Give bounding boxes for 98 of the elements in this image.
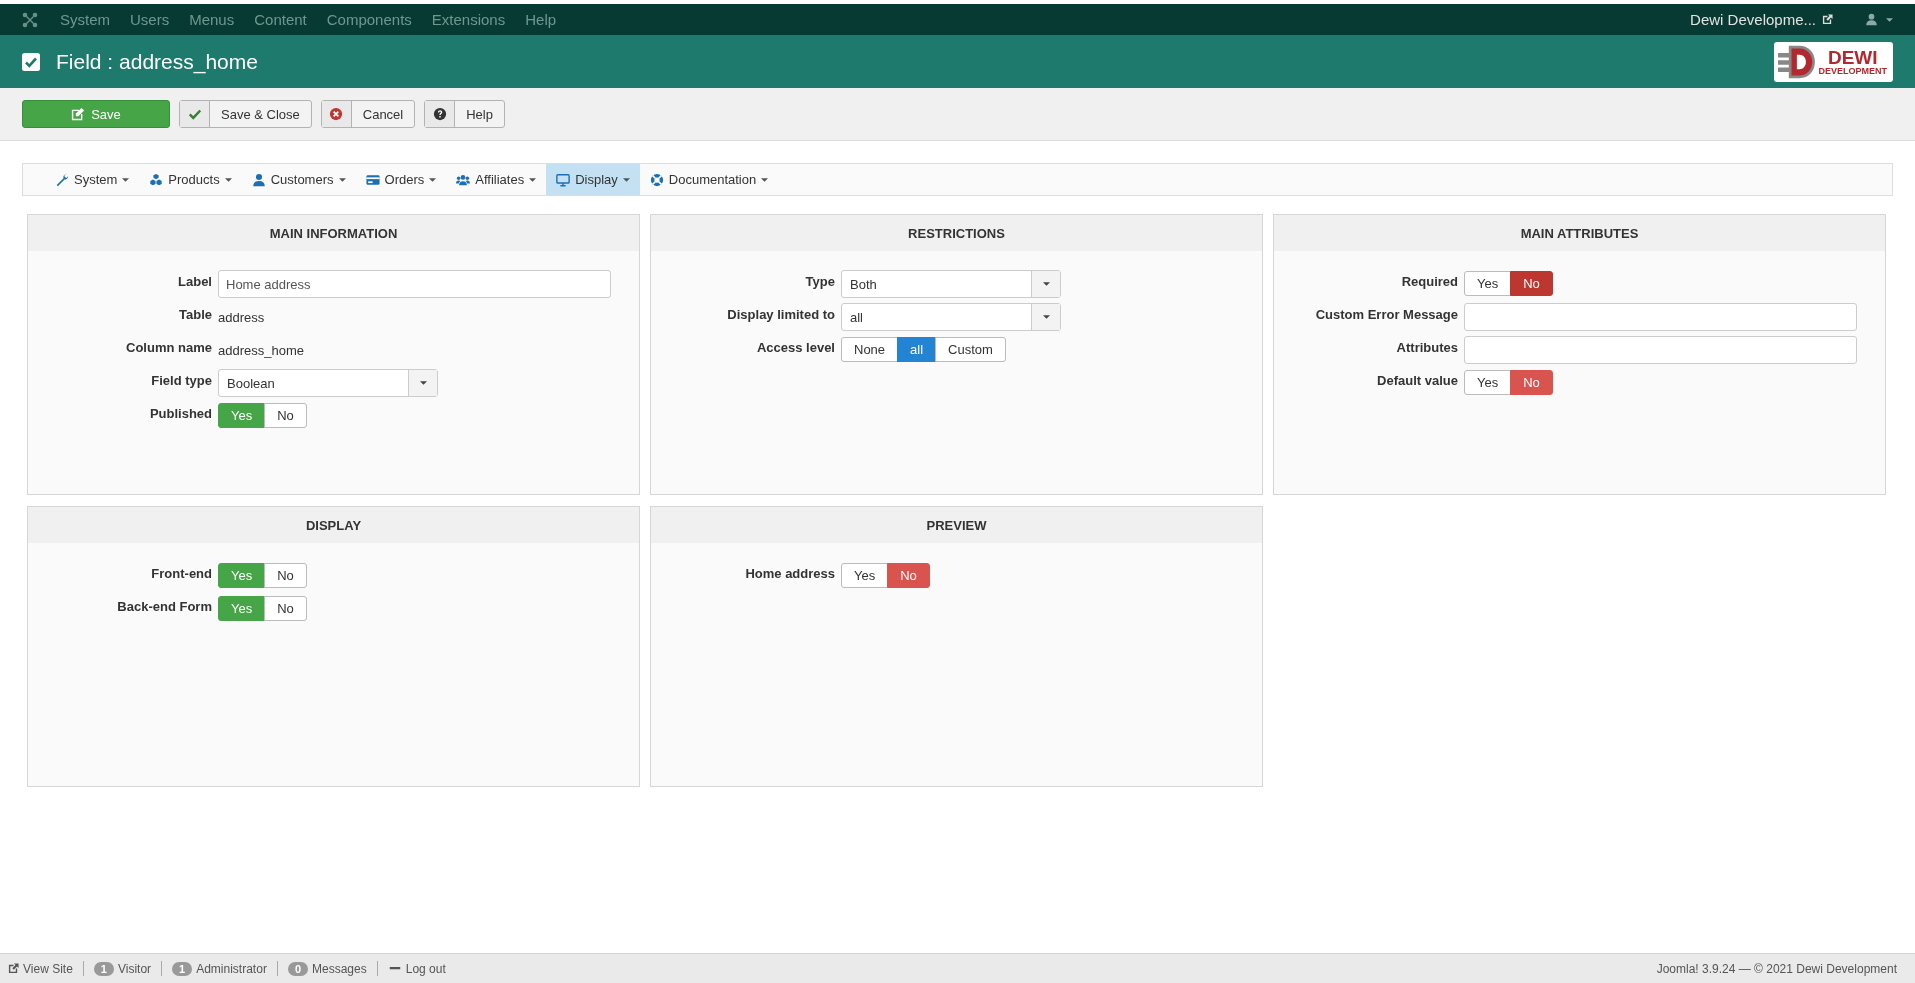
field-label: Table: [178, 306, 213, 322]
count-badge: 1: [93, 961, 114, 976]
panel-header: MAIN INFORMATION: [28, 215, 639, 251]
monitor-icon: [556, 172, 571, 187]
panel-header: MAIN ATTRIBUTES: [1274, 215, 1885, 251]
status-link[interactable]: 1 Administrator: [172, 961, 267, 976]
count-badge: 1: [172, 961, 193, 976]
caret-icon: [1886, 17, 1893, 22]
field-label: Front-end: [150, 565, 213, 581]
input-field[interactable]: Home address: [218, 270, 611, 298]
select-field[interactable]: Both: [841, 270, 1061, 298]
panel-header: DISPLAY: [28, 507, 639, 543]
select-field[interactable]: Boolean: [218, 369, 438, 397]
field-label: Field type: [150, 372, 213, 388]
external-link-icon: [1822, 14, 1833, 25]
field-label: Column name: [125, 339, 213, 355]
close-circle-icon: [329, 107, 344, 121]
field-label: Published: [148, 405, 213, 421]
caret-icon: [1042, 282, 1050, 286]
copyright-text: Joomla! 3.9.24 — © 2021 Dewi Development: [1656, 961, 1897, 976]
option-button[interactable]: No: [264, 596, 307, 621]
option-button[interactable]: No: [1510, 370, 1553, 395]
field-label: Access level: [755, 339, 836, 355]
menu-item[interactable]: Components: [326, 11, 412, 28]
cubes-icon: [149, 172, 164, 187]
option-button[interactable]: No: [264, 563, 307, 588]
caret-icon: [622, 177, 630, 182]
logo-text: DEWI: [1827, 47, 1878, 67]
minus-icon: [387, 967, 402, 970]
field-label: Type: [804, 273, 836, 289]
caret-icon: [338, 177, 346, 182]
caret-icon: [1042, 315, 1050, 319]
cancel-button[interactable]: Cancel: [320, 100, 416, 128]
credit-card-icon: [365, 172, 380, 187]
logo-tagline: DEVELOPMENT: [1818, 66, 1887, 76]
menu-item[interactable]: Orders: [355, 164, 447, 195]
menu-item[interactable]: Documentation: [639, 164, 779, 195]
menu-item[interactable]: Content: [254, 11, 307, 28]
help-button[interactable]: Help: [424, 100, 505, 128]
user-icon: [251, 172, 266, 187]
status-link[interactable]: 0 Messages: [287, 961, 367, 976]
caret-icon: [429, 177, 437, 182]
caret-icon: [529, 177, 537, 182]
user-menu-button[interactable]: [1865, 13, 1893, 26]
option-button[interactable]: Yes: [1464, 271, 1512, 296]
checkmark-icon: [187, 107, 202, 121]
menu-item[interactable]: Customers: [241, 164, 356, 195]
caret-icon: [224, 177, 232, 182]
caret-icon: [122, 177, 130, 182]
field-value: address_home: [218, 342, 304, 358]
help-icon: [432, 107, 447, 121]
field-label: Label: [177, 273, 213, 289]
field-label: Home address: [744, 565, 836, 581]
field-label: Attributes: [1395, 339, 1459, 355]
external-link-icon: [8, 963, 19, 974]
field-label: Back-end Form: [116, 598, 213, 614]
option-button[interactable]: Yes: [841, 563, 889, 588]
life-ring-icon: [649, 172, 664, 187]
select-field[interactable]: all: [841, 303, 1061, 331]
input-field[interactable]: [1464, 303, 1857, 331]
option-button[interactable]: No: [264, 403, 307, 428]
menu-item[interactable]: Users: [130, 11, 170, 28]
site-link[interactable]: Dewi Developme...: [1690, 11, 1833, 28]
field-value: address: [218, 309, 265, 325]
checkbox-icon: [22, 52, 40, 71]
status-link[interactable]: View Site: [8, 961, 73, 976]
menu-item[interactable]: Help: [525, 11, 557, 28]
field-label: Default value: [1376, 372, 1459, 388]
count-badge: 0: [287, 961, 308, 976]
field-label: Custom Error Message: [1314, 306, 1459, 322]
menu-item[interactable]: Display: [546, 164, 640, 195]
field-label: Display limited to: [726, 306, 836, 322]
wrench-icon: [55, 172, 69, 187]
user-icon: [1865, 13, 1878, 26]
menu-item[interactable]: Menus: [189, 11, 235, 28]
option-button[interactable]: Custom: [935, 337, 1006, 362]
menu-item[interactable]: Extensions: [431, 11, 506, 28]
save-close-button[interactable]: Save & Close: [179, 100, 312, 128]
caret-icon: [419, 381, 427, 385]
menu-item[interactable]: System: [60, 11, 110, 28]
option-button[interactable]: No: [1510, 271, 1553, 296]
field-label: Required: [1400, 273, 1459, 289]
menu-item[interactable]: Affiliates: [446, 164, 547, 195]
input-field[interactable]: [1464, 336, 1857, 364]
option-button[interactable]: all: [897, 337, 937, 362]
users-icon: [456, 172, 471, 187]
edit-icon: [71, 107, 86, 121]
option-button[interactable]: Yes: [1464, 370, 1512, 395]
caret-icon: [761, 177, 769, 182]
status-link[interactable]: 1 Visitor: [93, 961, 152, 976]
option-button[interactable]: None: [841, 337, 899, 362]
panel-header: RESTRICTIONS: [651, 215, 1262, 251]
page-title: Field : address_home: [56, 49, 258, 74]
status-link[interactable]: Log out: [387, 961, 446, 976]
menu-item[interactable]: System: [45, 164, 140, 195]
menu-item[interactable]: Products: [139, 164, 242, 195]
option-button[interactable]: No: [887, 563, 930, 588]
panel-header: PREVIEW: [651, 507, 1262, 543]
